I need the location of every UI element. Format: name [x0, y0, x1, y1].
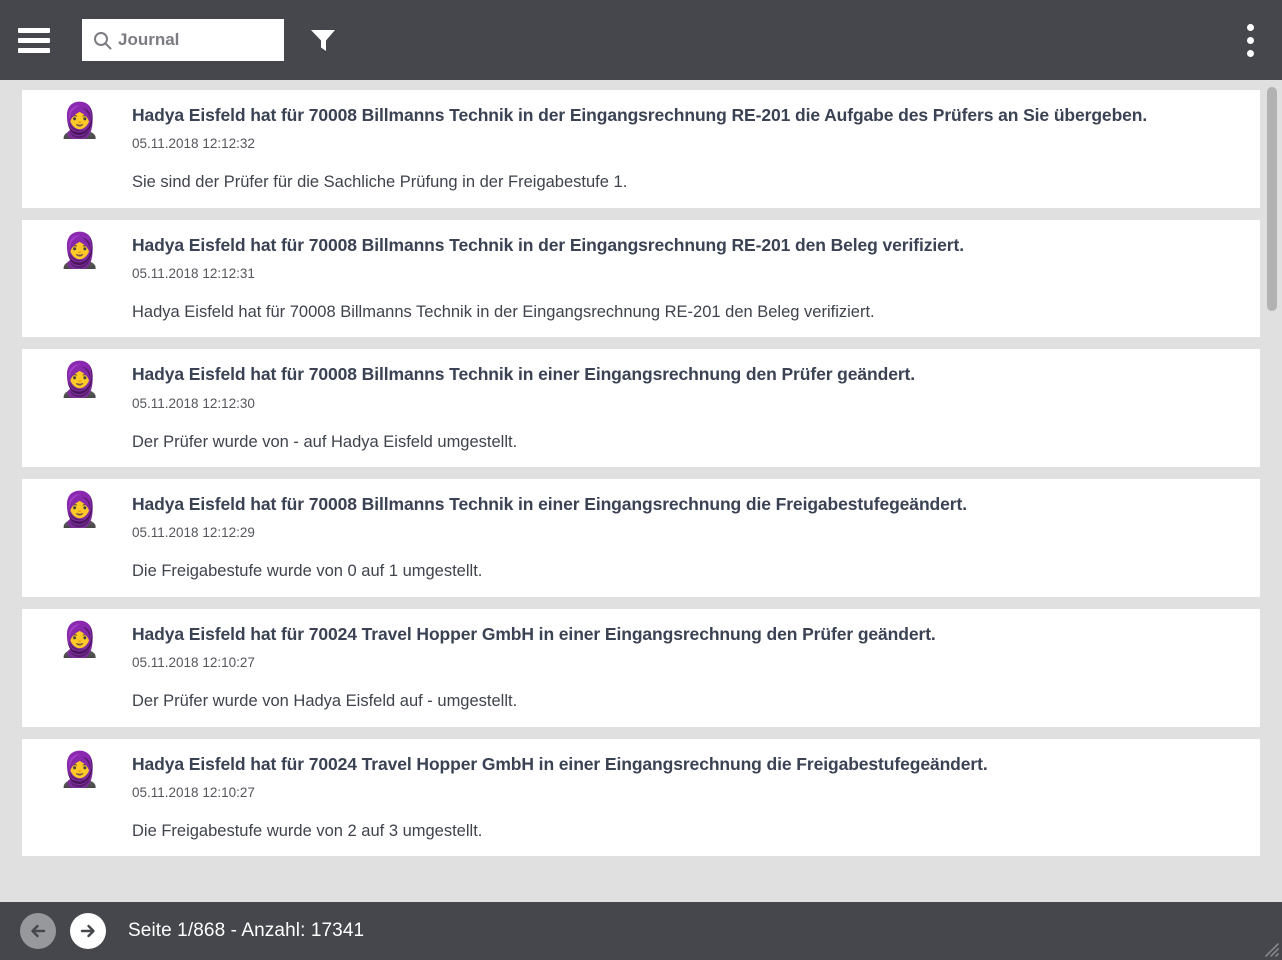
journal-entry-card[interactable]: 🧕 Hadya Eisfeld hat für 70008 Billmanns T… — [22, 90, 1260, 208]
pagination-footer: Seite 1/868 - Anzahl: 17341 — [0, 902, 1282, 960]
kebab-dot — [1246, 23, 1254, 31]
journal-entry-title: Hadya Eisfeld hat für 70024 Travel Hoppe… — [132, 753, 988, 774]
journal-entry-body: Hadya Eisfeld hat für 70008 Billmanns Te… — [108, 363, 1260, 453]
journal-entry-text: Der Prüfer wurde von Hadya Eisfeld auf -… — [132, 692, 518, 711]
journal-entry-title: Hadya Eisfeld hat für 70024 Travel Hoppe… — [132, 623, 936, 644]
journal-entry-body: Hadya Eisfeld hat für 70024 Travel Hoppe… — [108, 753, 1260, 843]
journal-entry-card[interactable]: 🧕 Hadya Eisfeld hat für 70008 Billmanns T… — [22, 219, 1260, 338]
journal-entry-timestamp: 05.11.2018 12:12:30 — [132, 395, 255, 411]
search-box[interactable] — [82, 19, 284, 61]
journal-entry-body: Hadya Eisfeld hat für 70008 Billmanns Te… — [108, 493, 1260, 583]
journal-entry-text: Der Prüfer wurde von - auf Hadya Eisfeld… — [132, 432, 518, 451]
avatar: 🧕 — [58, 102, 102, 140]
journal-entry-card[interactable]: 🧕 Hadya Eisfeld hat für 70008 Billmanns T… — [22, 479, 1260, 597]
journal-entry-timestamp: 05.11.2018 12:12:31 — [132, 265, 255, 281]
hamburger-bar — [18, 27, 50, 33]
resize-grip-icon[interactable] — [1257, 935, 1279, 957]
journal-entry-card[interactable]: 🧕 Hadya Eisfeld hat für 70024 Travel Hopp… — [22, 608, 1260, 727]
journal-list-region: 🧕 Hadya Eisfeld hat für 70008 Billmanns T… — [0, 80, 1282, 902]
journal-entry-title: Hadya Eisfeld hat für 70008 Billmanns Te… — [132, 494, 967, 515]
avatar: 🧕 — [58, 361, 102, 400]
journal-entry-timestamp: 05.11.2018 12:12:29 — [132, 525, 255, 541]
journal-entry-text: Die Freigabestufe wurde von 0 auf 1 umge… — [132, 562, 483, 581]
journal-app-window: 🧕 Hadya Eisfeld hat für 70008 Billmanns T… — [0, 0, 1282, 960]
hamburger-bar — [18, 37, 50, 43]
journal-entry-body: Hadya Eisfeld hat für 70024 Travel Hoppe… — [108, 623, 1260, 713]
pagination-status: Seite 1/868 - Anzahl: 17341 — [128, 920, 365, 941]
filter-funnel-icon[interactable] — [302, 19, 344, 61]
avatar: 🧕 — [58, 491, 102, 530]
kebab-dot — [1246, 36, 1254, 44]
journal-entry-text: Sie sind der Prüfer für die Sachliche Pr… — [132, 173, 628, 192]
avatar: 🧕 — [58, 750, 102, 789]
journal-entry-body: Hadya Eisfeld hat für 70008 Billmanns Te… — [108, 234, 1260, 324]
journal-entry-body: Hadya Eisfeld hat für 70008 Billmanns Te… — [108, 104, 1260, 194]
kebab-menu-icon[interactable] — [1228, 10, 1272, 70]
search-input[interactable] — [112, 30, 274, 50]
search-icon — [92, 30, 112, 50]
journal-entry-title: Hadya Eisfeld hat für 70008 Billmanns Te… — [132, 364, 916, 385]
journal-entry-timestamp: 05.11.2018 12:12:32 — [132, 136, 255, 152]
arrow-right-circle-icon[interactable] — [70, 913, 106, 949]
journal-scrollbar-thumb[interactable] — [1267, 87, 1277, 311]
app-header — [0, 0, 1282, 80]
journal-entry-title: Hadya Eisfeld hat für 70008 Billmanns Te… — [132, 234, 964, 255]
kebab-dot — [1246, 49, 1254, 57]
journal-entry-title: Hadya Eisfeld hat für 70008 Billmanns Te… — [132, 105, 1148, 125]
journal-entry-timestamp: 05.11.2018 12:10:27 — [132, 784, 255, 800]
arrow-left-circle-icon[interactable] — [20, 913, 56, 949]
journal-entry-card[interactable]: 🧕 Hadya Eisfeld hat für 70008 Billmanns T… — [22, 349, 1260, 468]
journal-scrollbar[interactable] — [1266, 80, 1278, 902]
journal-entry-timestamp: 05.11.2018 12:10:27 — [132, 654, 255, 670]
hamburger-icon[interactable] — [16, 23, 52, 57]
avatar: 🧕 — [58, 231, 102, 270]
avatar: 🧕 — [58, 620, 102, 659]
journal-entry-text: Die Freigabestufe wurde von 2 auf 3 umge… — [132, 821, 483, 840]
hamburger-bar — [18, 47, 50, 53]
journal-list: 🧕 Hadya Eisfeld hat für 70008 Billmanns T… — [0, 80, 1282, 902]
journal-entry-text: Hadya Eisfeld hat für 70008 Billmanns Te… — [132, 303, 875, 321]
journal-entry-card[interactable]: 🧕 Hadya Eisfeld hat für 70024 Travel Hopp… — [22, 738, 1260, 857]
